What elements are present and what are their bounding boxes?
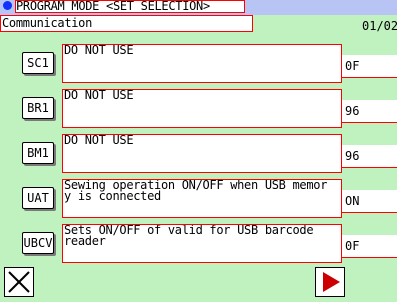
category-label: Communication bbox=[2, 16, 93, 30]
parameter-list: SC1 DO NOT USE 0F BR1 DO NOT USE 96 BM1 … bbox=[0, 43, 397, 268]
param-row-bm1: BM1 DO NOT USE 96 bbox=[0, 133, 397, 175]
status-dot-icon bbox=[3, 1, 12, 10]
param-description: Sewing operation ON/OFF when USB memor y… bbox=[62, 179, 342, 218]
param-description: DO NOT USE bbox=[62, 89, 342, 128]
param-row-sc1: SC1 DO NOT USE 0F bbox=[0, 43, 397, 85]
next-page-button[interactable] bbox=[315, 267, 345, 297]
param-description: DO NOT USE bbox=[62, 134, 342, 173]
page-indicator: 01/02 bbox=[362, 19, 397, 33]
next-page-arrow-icon bbox=[323, 272, 340, 292]
param-code-button-uat[interactable]: UAT bbox=[22, 187, 54, 209]
param-description: DO NOT USE bbox=[62, 44, 342, 83]
param-value-field[interactable]: ON bbox=[342, 190, 397, 213]
param-code-button-br1[interactable]: BR1 bbox=[22, 97, 54, 119]
param-value-field[interactable]: 96 bbox=[342, 145, 397, 168]
param-row-ubcv: UBCV Sets ON/OFF of valid for USB barcod… bbox=[0, 223, 397, 265]
param-value-field[interactable]: 0F bbox=[342, 235, 397, 258]
close-x-icon bbox=[8, 271, 30, 293]
param-code-button-sc1[interactable]: SC1 bbox=[22, 52, 54, 74]
param-code-button-ubcv[interactable]: UBCV bbox=[22, 232, 54, 254]
param-row-br1: BR1 DO NOT USE 96 bbox=[0, 88, 397, 130]
param-value-field[interactable]: 96 bbox=[342, 100, 397, 123]
close-button[interactable] bbox=[4, 267, 34, 297]
window-title: PROGRAM MODE <SET SELECTION> bbox=[16, 0, 210, 13]
param-value-field[interactable]: 0F bbox=[342, 55, 397, 78]
param-row-uat: UAT Sewing operation ON/OFF when USB mem… bbox=[0, 178, 397, 220]
param-description: Sets ON/OFF of valid for USB barcode rea… bbox=[62, 224, 342, 263]
param-code-button-bm1[interactable]: BM1 bbox=[22, 142, 54, 164]
